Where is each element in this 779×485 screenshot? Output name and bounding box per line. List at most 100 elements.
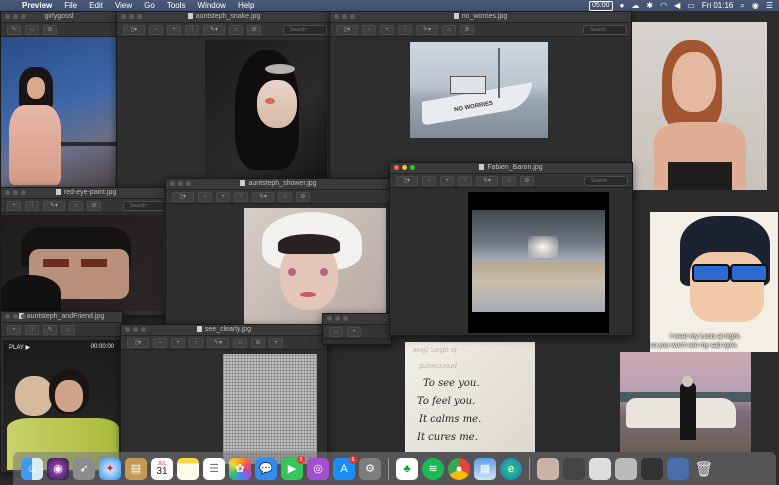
titlebar[interactable]: see_clearly.jpg [121, 325, 327, 336]
documents-stack-icon[interactable] [667, 457, 689, 480]
toolbox-icon[interactable]: ⌂ [229, 24, 243, 35]
zoom-in-icon[interactable]: + [7, 324, 21, 335]
pen-icon[interactable]: ✎▾ [43, 200, 65, 211]
pen-icon[interactable]: ✎▾ [207, 337, 229, 348]
sidebar-toggle-icon[interactable]: ▯▾ [336, 24, 358, 35]
window-controls[interactable] [170, 181, 191, 186]
titlebar[interactable]: auntsteph_andFriend.jpg [1, 312, 122, 323]
trash-icon[interactable]: 🗑 [693, 458, 715, 480]
titlebar[interactable]: Fabien_Baron.jpg [390, 163, 632, 174]
timer-readout[interactable]: 05:00 [589, 0, 613, 11]
window-controls[interactable] [5, 14, 26, 19]
window-controls[interactable] [327, 316, 348, 321]
siri-icon[interactable]: ◉ [47, 457, 69, 480]
titlebar[interactable]: no_worries.jpg [330, 12, 631, 23]
system-preferences-icon[interactable]: ⚙ [359, 457, 381, 480]
recent-screenshot-thumb-icon[interactable] [615, 457, 637, 480]
markup-icon[interactable]: ⊘ [247, 24, 261, 35]
markup-icon[interactable]: ⊘ [43, 24, 57, 35]
zoom-in-icon[interactable]: + [440, 175, 454, 186]
share-icon[interactable]: ↑ [25, 324, 39, 335]
photos-icon[interactable]: ✿ [229, 457, 251, 480]
sidebar-toggle-icon[interactable]: ▯▾ [396, 175, 418, 186]
share-icon[interactable]: ↑ [458, 175, 472, 186]
markup-icon[interactable]: ⊘ [87, 200, 101, 211]
toolbox-icon[interactable]: ⌂ [442, 24, 456, 35]
bluetooth-icon[interactable]: ✱ [646, 1, 653, 10]
menu-file[interactable]: File [64, 1, 77, 10]
podcasts-icon[interactable]: ◎ [307, 457, 329, 480]
pen-icon[interactable]: ✎▾ [252, 191, 274, 202]
datetime[interactable]: Fri 01:16 [702, 1, 734, 10]
window-controls[interactable] [121, 14, 142, 19]
sidebar-toggle-icon[interactable]: ▯▾ [172, 191, 194, 202]
safari-icon[interactable]: ✦ [99, 457, 121, 480]
window-controls[interactable] [5, 190, 26, 195]
share-icon[interactable]: ↑ [185, 24, 199, 35]
sidebar-toggle-icon[interactable]: ▯▾ [127, 337, 149, 348]
titlebar[interactable]: auntsteph_snake.jpg [117, 12, 331, 23]
cloud-icon[interactable]: ☁ [631, 1, 639, 10]
calendar-icon[interactable]: JUL 31 [151, 457, 173, 480]
pen-icon[interactable]: ✎ [7, 24, 21, 35]
menu-tools[interactable]: Tools [167, 1, 186, 10]
menu-help[interactable]: Help [238, 1, 254, 10]
search-field[interactable]: Search [583, 24, 627, 35]
zoom-out-icon[interactable]: − [198, 191, 212, 202]
window-fabien-baron[interactable]: Fabien_Baron.jpg ▯▾ − + ↑ ✎▾ ⌂ ⊘ Search [389, 162, 633, 336]
window-see-clearly[interactable]: see_clearly.jpg ▯▾ − + ↑ ✎▾ ⌂ ⊘ + [120, 324, 328, 466]
app-store-icon[interactable]: A 6 [333, 455, 357, 480]
notification-center-icon[interactable]: ☰ [766, 1, 773, 10]
zoom-out-icon[interactable]: − [422, 175, 436, 186]
zoom-out-icon[interactable]: − [362, 24, 376, 35]
zoom-in-icon[interactable]: + [7, 200, 21, 211]
titlebar[interactable]: red-eye-paint.jpg [1, 188, 171, 199]
window-partial[interactable]: − + [322, 313, 392, 345]
pen-icon[interactable]: ✎▾ [476, 175, 498, 186]
zoom-in-icon[interactable]: + [167, 24, 181, 35]
window-controls[interactable] [394, 165, 415, 170]
toolbox-icon[interactable]: ⌂ [278, 191, 292, 202]
evernote-icon[interactable]: ♣ [396, 457, 418, 480]
markup-icon[interactable]: ⊘ [251, 337, 265, 348]
notes-icon[interactable] [177, 457, 199, 480]
search-icon[interactable]: ⌕ [740, 1, 744, 11]
facetime-icon[interactable]: ▶ 5 [281, 455, 305, 480]
window-auntsteph-shower[interactable]: auntsteph_shower.jpg ▯▾ − + ↑ ✎▾ ⌂ ⊘ [165, 178, 392, 330]
share-icon[interactable]: ↑ [189, 337, 203, 348]
chrome-icon[interactable]: ● [448, 457, 470, 480]
pen-icon[interactable]: ✎▾ [416, 24, 438, 35]
markup-icon[interactable]: ⊘ [520, 175, 534, 186]
toolbox-icon[interactable]: ⌂ [69, 200, 83, 211]
wifi-icon[interactable]: ◠ [660, 1, 667, 10]
search-field[interactable]: Search [123, 200, 167, 211]
toolbox-icon[interactable]: ⌂ [61, 324, 75, 335]
siri-icon[interactable]: ◉ [752, 1, 759, 10]
zoom-in-icon[interactable]: + [269, 337, 283, 348]
menu-app-preview[interactable]: Preview [22, 1, 52, 10]
pen-icon[interactable]: ✎ [43, 324, 57, 335]
zoom-in-icon[interactable]: + [347, 326, 361, 337]
reminders-icon[interactable]: ☰ [203, 457, 225, 480]
share-icon[interactable]: ↑ [234, 191, 248, 202]
titlebar[interactable] [323, 314, 391, 325]
messages-bubble-icon[interactable]: 💬 [255, 457, 277, 480]
recent-window-thumb-icon[interactable] [589, 457, 611, 480]
markup-icon[interactable]: ⊘ [296, 191, 310, 202]
menu-window[interactable]: Window [198, 1, 226, 10]
toolbox-icon[interactable]: ⌂ [233, 337, 247, 348]
zoom-out-icon[interactable]: − [153, 337, 167, 348]
window-controls[interactable] [5, 314, 26, 319]
battery-icon[interactable]: ▭ [687, 1, 695, 10]
pen-icon[interactable]: ✎▾ [203, 24, 225, 35]
window-auntsteph-andfriend[interactable]: auntsteph_andFriend.jpg + ↑ ✎ ⌂ PLAY ▶ 0… [0, 311, 123, 473]
share-icon[interactable]: ↑ [25, 200, 39, 211]
titlebar[interactable]: auntsteph_shower.jpg [166, 179, 391, 190]
preview-icon[interactable]: ▦ [474, 457, 496, 480]
launchpad-icon[interactable]: ➶ [73, 457, 95, 480]
titlebar[interactable]: girlygossl [1, 12, 117, 23]
menu-edit[interactable]: Edit [89, 1, 103, 10]
menu-go[interactable]: Go [144, 1, 155, 10]
window-girlygossl[interactable]: girlygossl ✎ ⌂ ⊘ [0, 11, 118, 193]
search-field[interactable]: Search [584, 175, 628, 186]
